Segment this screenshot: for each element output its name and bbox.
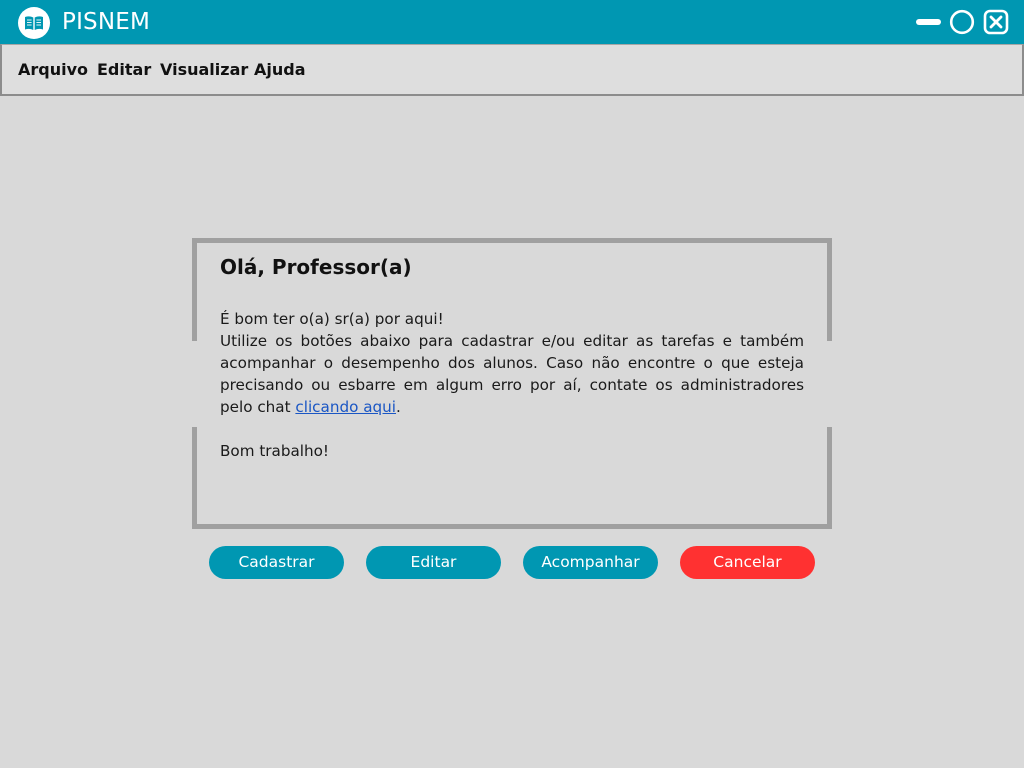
instructions-paragraph: Utilize os botões abaixo para cadastrar …	[220, 330, 804, 418]
edit-button[interactable]: Editar	[366, 546, 501, 579]
title-bar: PISNEM	[0, 0, 1024, 44]
chat-link[interactable]: clicando aqui	[295, 398, 396, 416]
welcome-dialog: Olá, Professor(a) É bom ter o(a) sr(a) p…	[192, 238, 832, 529]
menu-item-visualizar[interactable]: Visualizar	[160, 60, 248, 79]
minimize-icon[interactable]	[915, 9, 941, 35]
greeting-line: É bom ter o(a) sr(a) por aqui!	[220, 310, 444, 328]
open-book-icon	[18, 7, 50, 39]
instructions-end: .	[396, 398, 401, 416]
menu-item-editar[interactable]: Editar	[97, 60, 151, 79]
cancel-button[interactable]: Cancelar	[680, 546, 815, 579]
maximize-icon[interactable]	[949, 9, 975, 35]
register-button[interactable]: Cadastrar	[209, 546, 344, 579]
close-icon[interactable]	[983, 9, 1009, 35]
track-button[interactable]: Acompanhar	[523, 546, 658, 579]
app-title: PISNEM	[62, 9, 151, 35]
menu-bar: Arquivo Editar Visualizar Ajuda	[0, 44, 1024, 96]
menu-item-arquivo[interactable]: Arquivo	[18, 60, 88, 79]
dialog-title: Olá, Professor(a)	[220, 255, 412, 279]
menu-item-ajuda[interactable]: Ajuda	[254, 60, 306, 79]
closing-text: Bom trabalho!	[220, 442, 330, 460]
dialog-message: É bom ter o(a) sr(a) por aqui! Utilize o…	[220, 308, 804, 418]
